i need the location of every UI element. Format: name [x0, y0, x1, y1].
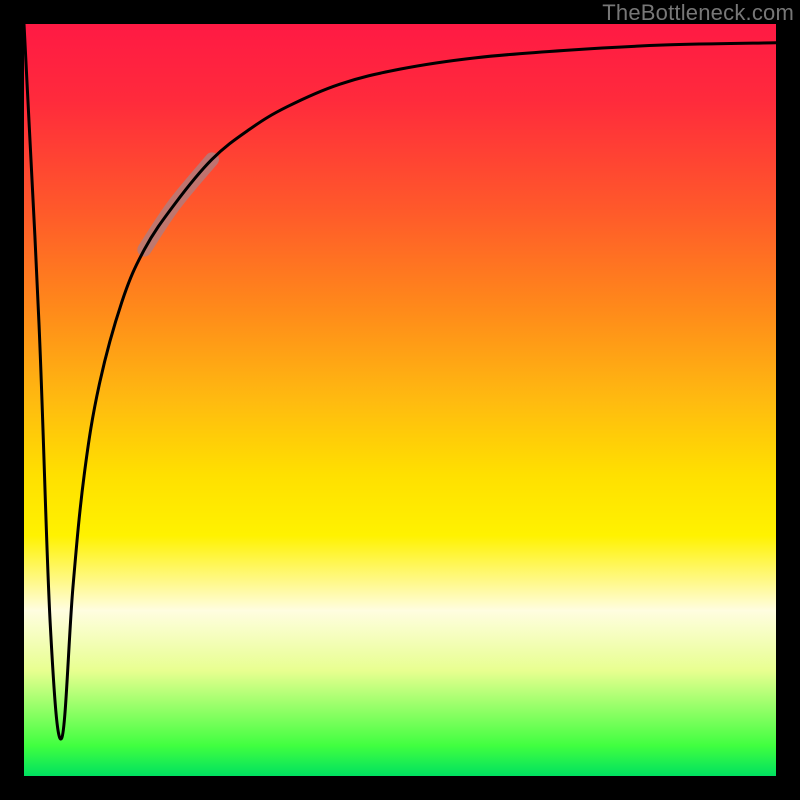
curve-highlight: [144, 159, 212, 249]
plot-area: [24, 24, 776, 776]
chart-canvas: TheBottleneck.com: [0, 0, 800, 800]
curve-svg: [24, 24, 776, 776]
bottleneck-curve: [24, 24, 776, 739]
attribution-text: TheBottleneck.com: [602, 0, 794, 26]
